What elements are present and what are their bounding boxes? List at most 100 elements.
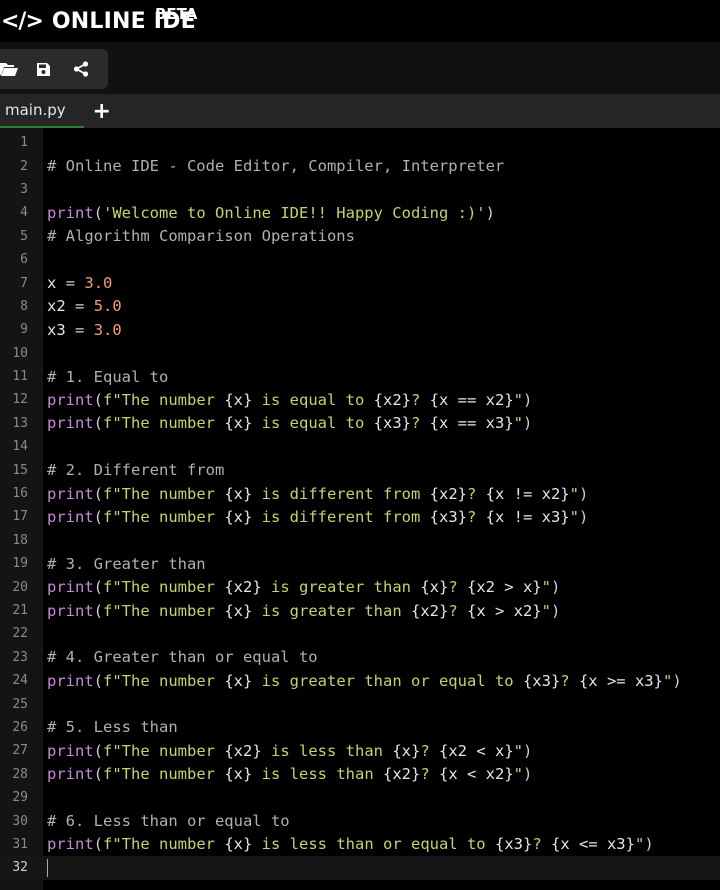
line-number: 8 <box>20 298 28 314</box>
line-code: x3 = 3.0 <box>47 320 122 339</box>
toolbar <box>0 42 720 94</box>
line-code: print(f"The number {x} is equal to {x3}?… <box>47 414 533 433</box>
code-line[interactable]: 11 # 1. Equal to <box>0 365 720 388</box>
line-number: 4 <box>20 205 28 221</box>
ide-app: </> ONLINE IDE BETA main.py + 1 2 # Onli… <box>0 0 720 890</box>
line-number: 3 <box>20 181 28 197</box>
line-code: print('Welcome to Online IDE!! Happy Cod… <box>47 203 495 222</box>
line-number: 1 <box>20 135 28 151</box>
code-line[interactable]: 5 # Algorithm Comparison Operations <box>0 225 720 248</box>
code-line[interactable]: 9 x3 = 3.0 <box>0 318 720 341</box>
code-line[interactable]: 3 <box>0 178 720 201</box>
code-line[interactable]: 6 <box>0 248 720 271</box>
text-cursor <box>47 859 48 878</box>
code-line[interactable]: 15 # 2. Different from <box>0 458 720 481</box>
add-tab-button[interactable]: + <box>84 94 120 128</box>
toolbar-group <box>0 49 108 89</box>
line-code: print(f"The number {x} is different from… <box>47 484 589 503</box>
line-number: 6 <box>20 252 28 268</box>
line-code: # Algorithm Comparison Operations <box>47 227 355 246</box>
line-code: # 6. Less than or equal to <box>47 812 290 831</box>
line-code: print(f"The number {x2} is greater than … <box>47 578 561 597</box>
folder-open-icon <box>0 63 18 76</box>
code-line[interactable]: 12 print(f"The number {x} is equal to {x2… <box>0 388 720 411</box>
code-editor[interactable]: 1 2 # Online IDE - Code Editor, Compiler, … <box>0 128 720 890</box>
code-line[interactable]: 2 # Online IDE - Code Editor, Compiler, I… <box>0 154 720 177</box>
line-code: # 4. Greater than or equal to <box>47 648 318 667</box>
code-line[interactable]: 26 # 5. Less than <box>0 716 720 739</box>
line-code: # 1. Equal to <box>47 367 169 386</box>
tab-main-py[interactable]: main.py <box>0 94 84 128</box>
line-number: 11 <box>12 369 28 385</box>
code-brackets-icon: </> <box>1 8 44 34</box>
line-number: 15 <box>12 462 28 478</box>
line-number: 13 <box>12 415 28 431</box>
line-number: 29 <box>12 790 28 806</box>
line-code: print(f"The number {x} is less than {x2}… <box>47 765 533 784</box>
plus-icon: + <box>92 98 111 124</box>
code-line[interactable]: 14 <box>0 435 720 458</box>
code-line[interactable]: 32 <box>0 856 720 880</box>
line-code: print(f"The number {x} is different from… <box>47 507 589 526</box>
line-number: 28 <box>12 766 28 782</box>
code-line[interactable]: 7 x = 3.0 <box>0 271 720 294</box>
code-line[interactable]: 18 <box>0 529 720 552</box>
line-number: 26 <box>12 719 28 735</box>
line-number: 21 <box>12 603 28 618</box>
tab-label: main.py <box>5 101 66 119</box>
line-number: 5 <box>20 228 28 244</box>
code-line[interactable]: 10 <box>0 342 720 365</box>
line-number: 30 <box>12 813 28 829</box>
line-code: print(f"The number {x} is greater than {… <box>47 601 561 620</box>
line-number: 7 <box>20 275 28 291</box>
line-number: 23 <box>12 649 28 665</box>
line-number: 10 <box>12 345 28 361</box>
code-line[interactable]: 4 print('Welcome to Online IDE!! Happy Co… <box>0 201 720 224</box>
open-button[interactable] <box>0 49 24 89</box>
code-line[interactable]: 13 print(f"The number {x} is equal to {x3… <box>0 412 720 435</box>
line-code: x2 = 5.0 <box>47 297 122 316</box>
code-line[interactable]: 21 print(f"The number {x} is greater than… <box>0 599 720 622</box>
line-number: 20 <box>12 579 28 595</box>
line-code: # 2. Different from <box>47 461 225 480</box>
line-code: x = 3.0 <box>47 274 113 293</box>
save-icon <box>36 62 50 76</box>
code-line[interactable]: 17 print(f"The number {x} is different fr… <box>0 505 720 528</box>
line-number: 24 <box>12 673 28 689</box>
line-code: print(f"The number {x} is greater than o… <box>47 671 682 690</box>
line-number: 27 <box>12 743 28 759</box>
line-number: 31 <box>12 836 28 852</box>
code-line[interactable]: 16 print(f"The number {x} is different fr… <box>0 482 720 505</box>
line-number: 16 <box>12 486 28 502</box>
app-header: </> ONLINE IDE BETA <box>0 0 720 42</box>
code-line[interactable]: 8 x2 = 5.0 <box>0 295 720 318</box>
line-number: 9 <box>20 322 28 338</box>
code-line[interactable]: 22 <box>0 622 720 645</box>
code-line[interactable]: 19 # 3. Greater than <box>0 552 720 575</box>
line-number: 12 <box>12 392 28 408</box>
line-number: 25 <box>12 696 28 712</box>
share-icon <box>73 61 89 77</box>
save-button[interactable] <box>24 49 62 89</box>
code-line[interactable]: 27 print(f"The number {x2} is less than {… <box>0 739 720 762</box>
code-line[interactable]: 23 # 4. Greater than or equal to <box>0 646 720 669</box>
code-line[interactable]: 25 <box>0 692 720 715</box>
line-code: # 3. Greater than <box>47 554 206 573</box>
code-line[interactable]: 1 <box>0 131 720 154</box>
file-tabs: main.py + <box>0 94 720 128</box>
line-code: # 5. Less than <box>47 718 178 737</box>
line-number: 18 <box>12 532 28 548</box>
code-line[interactable]: 29 <box>0 786 720 809</box>
code-line[interactable]: 31 print(f"The number {x} is less than or… <box>0 833 720 856</box>
share-button[interactable] <box>62 49 100 89</box>
line-number: 32 <box>12 860 28 876</box>
line-number: 2 <box>20 158 28 174</box>
code-line[interactable]: 24 print(f"The number {x} is greater than… <box>0 669 720 692</box>
code-line[interactable]: 20 print(f"The number {x2} is greater tha… <box>0 575 720 598</box>
beta-badge: BETA <box>155 5 198 23</box>
code-line[interactable]: 28 print(f"The number {x} is less than {x… <box>0 763 720 786</box>
code-line[interactable]: 30 # 6. Less than or equal to <box>0 809 720 832</box>
line-code <box>47 859 48 878</box>
line-code: # Online IDE - Code Editor, Compiler, In… <box>47 157 505 176</box>
line-code: print(f"The number {x} is less than or e… <box>47 835 654 854</box>
